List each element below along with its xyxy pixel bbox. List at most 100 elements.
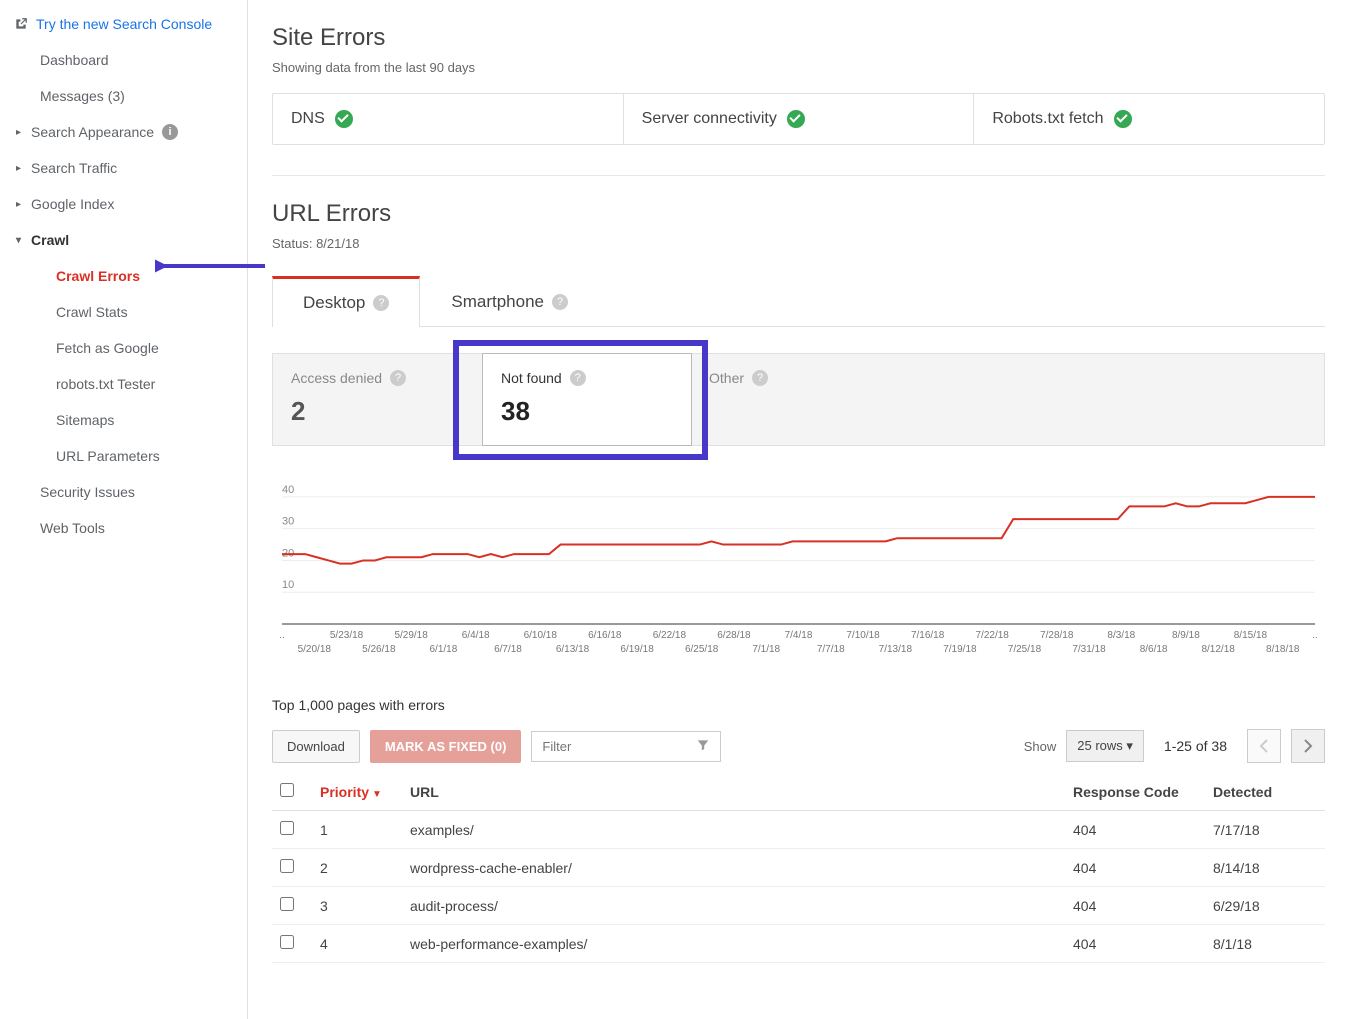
svg-text:6/22/18: 6/22/18 xyxy=(653,630,687,641)
help-icon[interactable]: ? xyxy=(373,295,389,311)
nav-robots-tester[interactable]: robots.txt Tester xyxy=(0,366,247,402)
sidebar: Try the new Search Console Dashboard Mes… xyxy=(0,0,248,1019)
check-ok-icon xyxy=(1114,110,1132,128)
device-tabs: Desktop? Smartphone? xyxy=(272,275,1325,327)
svg-text:..: .. xyxy=(279,630,285,641)
svg-text:6/25/18: 6/25/18 xyxy=(685,644,719,655)
help-icon[interactable]: ? xyxy=(390,370,406,386)
nav-search-appearance[interactable]: Search Appearancei xyxy=(0,114,247,150)
svg-text:7/10/18: 7/10/18 xyxy=(846,630,880,641)
svg-text:8/3/18: 8/3/18 xyxy=(1107,630,1135,641)
pager-next-button[interactable] xyxy=(1291,729,1325,763)
table-row[interactable]: 2wordpress-cache-enabler/4048/14/18 xyxy=(272,849,1325,887)
nav-dashboard[interactable]: Dashboard xyxy=(0,42,247,78)
nav-sitemaps[interactable]: Sitemaps xyxy=(0,402,247,438)
card-other[interactable]: Other? xyxy=(691,354,901,445)
tab-smartphone[interactable]: Smartphone? xyxy=(420,275,599,326)
status-robots[interactable]: Robots.txt fetch xyxy=(974,94,1324,144)
cell-code: 404 xyxy=(1065,811,1205,849)
nav-search-traffic[interactable]: Search Traffic xyxy=(0,150,247,186)
nav-crawl-stats[interactable]: Crawl Stats xyxy=(0,294,247,330)
nav-crawl[interactable]: Crawl xyxy=(0,222,247,258)
svg-text:6/13/18: 6/13/18 xyxy=(556,644,590,655)
cell-priority: 2 xyxy=(312,849,402,887)
svg-text:7/13/18: 7/13/18 xyxy=(879,644,913,655)
promo-link[interactable]: Try the new Search Console xyxy=(0,10,247,42)
svg-text:6/7/18: 6/7/18 xyxy=(494,644,522,655)
mark-fixed-button[interactable]: MARK AS FIXED (0) xyxy=(370,730,522,763)
row-checkbox[interactable] xyxy=(280,935,294,949)
row-checkbox[interactable] xyxy=(280,821,294,835)
table-toolbar: Download MARK AS FIXED (0) Show 25 rows … xyxy=(272,729,1325,763)
svg-text:6/28/18: 6/28/18 xyxy=(717,630,751,641)
svg-text:6/4/18: 6/4/18 xyxy=(462,630,490,641)
promo-link-text[interactable]: Try the new Search Console xyxy=(36,16,212,32)
nav-google-index[interactable]: Google Index xyxy=(0,186,247,222)
tab-desktop[interactable]: Desktop? xyxy=(272,276,420,327)
svg-text:7/31/18: 7/31/18 xyxy=(1072,644,1106,655)
svg-text:7/16/18: 7/16/18 xyxy=(911,630,945,641)
cell-detected: 7/17/18 xyxy=(1205,811,1325,849)
rows-dropdown[interactable]: 25 rows ▾ xyxy=(1066,730,1144,762)
svg-text:8/15/18: 8/15/18 xyxy=(1234,630,1268,641)
cell-url: examples/ xyxy=(402,811,1065,849)
table-title: Top 1,000 pages with errors xyxy=(272,697,1325,713)
col-url[interactable]: URL xyxy=(402,773,1065,811)
filter-input[interactable] xyxy=(542,739,682,754)
help-icon[interactable]: ? xyxy=(552,294,568,310)
svg-text:6/19/18: 6/19/18 xyxy=(620,644,654,655)
nav-fetch-google[interactable]: Fetch as Google xyxy=(0,330,247,366)
show-label: Show xyxy=(1024,739,1057,754)
svg-text:5/29/18: 5/29/18 xyxy=(394,630,428,641)
svg-text:7/1/18: 7/1/18 xyxy=(752,644,780,655)
svg-text:8/18/18: 8/18/18 xyxy=(1266,644,1300,655)
chart-container: 10203040..5/23/185/29/186/4/186/10/186/1… xyxy=(272,476,1325,669)
nav-messages[interactable]: Messages (3) xyxy=(0,78,247,114)
errors-table: Priority▼ URL Response Code Detected 1ex… xyxy=(272,773,1325,963)
row-checkbox[interactable] xyxy=(280,859,294,873)
status-server[interactable]: Server connectivity xyxy=(624,94,975,144)
range-label: 1-25 of 38 xyxy=(1164,738,1227,754)
col-response-code[interactable]: Response Code xyxy=(1065,773,1205,811)
svg-text:8/9/18: 8/9/18 xyxy=(1172,630,1200,641)
download-button[interactable]: Download xyxy=(272,730,360,763)
pager-prev-button[interactable] xyxy=(1247,729,1281,763)
cell-priority: 4 xyxy=(312,925,402,963)
help-icon[interactable]: ? xyxy=(752,370,768,386)
row-checkbox[interactable] xyxy=(280,897,294,911)
svg-text:7/22/18: 7/22/18 xyxy=(976,630,1010,641)
card-notfound-value: 38 xyxy=(501,396,673,427)
col-priority[interactable]: Priority▼ xyxy=(312,773,402,811)
filter-box[interactable] xyxy=(531,731,721,762)
svg-text:40: 40 xyxy=(282,484,294,496)
svg-text:7/19/18: 7/19/18 xyxy=(943,644,977,655)
table-row[interactable]: 4web-performance-examples/4048/1/18 xyxy=(272,925,1325,963)
svg-text:5/20/18: 5/20/18 xyxy=(298,644,332,655)
card-not-found[interactable]: Not found? 38 xyxy=(482,353,692,446)
cell-url: wordpress-cache-enabler/ xyxy=(402,849,1065,887)
filter-icon xyxy=(696,738,710,755)
table-row[interactable]: 1examples/4047/17/18 xyxy=(272,811,1325,849)
cell-priority: 1 xyxy=(312,811,402,849)
svg-text:7/7/18: 7/7/18 xyxy=(817,644,845,655)
select-all-checkbox[interactable] xyxy=(280,783,294,797)
cell-priority: 3 xyxy=(312,887,402,925)
nav-crawl-errors[interactable]: Crawl Errors xyxy=(0,258,247,294)
table-row[interactable]: 3audit-process/4046/29/18 xyxy=(272,887,1325,925)
chevron-down-icon: ▾ xyxy=(1126,738,1133,753)
check-ok-icon xyxy=(335,110,353,128)
help-icon[interactable]: ? xyxy=(570,370,586,386)
svg-text:30: 30 xyxy=(282,516,294,528)
nav-security-issues[interactable]: Security Issues xyxy=(0,474,247,510)
check-ok-icon xyxy=(787,110,805,128)
cell-detected: 6/29/18 xyxy=(1205,887,1325,925)
status-dns[interactable]: DNS xyxy=(273,94,624,144)
nav-web-tools[interactable]: Web Tools xyxy=(0,510,247,546)
card-access-denied[interactable]: Access denied? 2 xyxy=(273,354,483,445)
col-detected[interactable]: Detected xyxy=(1205,773,1325,811)
cell-url: web-performance-examples/ xyxy=(402,925,1065,963)
site-errors-status-row: DNS Server connectivity Robots.txt fetch xyxy=(272,93,1325,145)
svg-text:8/6/18: 8/6/18 xyxy=(1140,644,1168,655)
nav-url-parameters[interactable]: URL Parameters xyxy=(0,438,247,474)
cell-code: 404 xyxy=(1065,849,1205,887)
